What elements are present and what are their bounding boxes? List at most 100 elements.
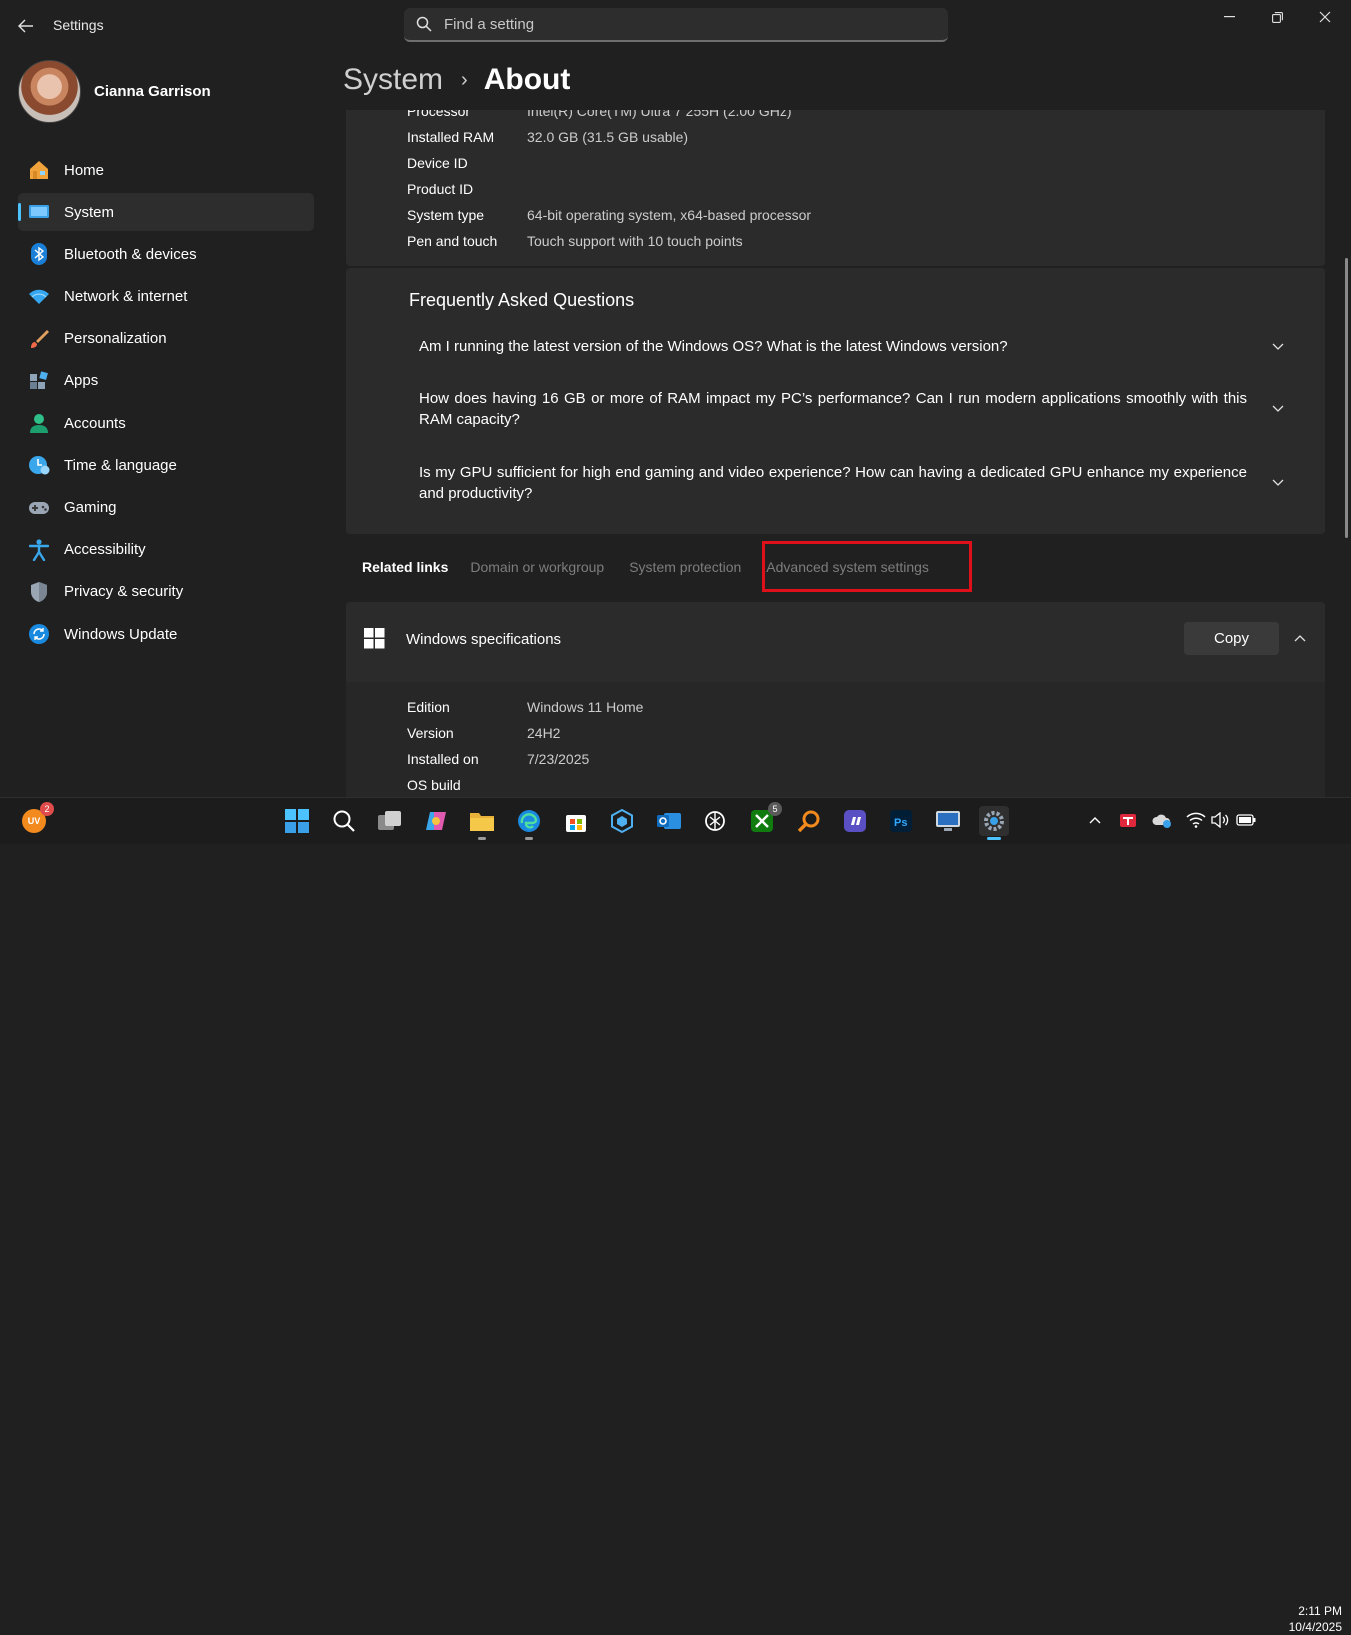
sidebar-item-network[interactable]: Network & internet (18, 278, 314, 316)
task-view-button[interactable] (375, 806, 405, 836)
chevron-up-icon (1089, 816, 1101, 823)
spec-value: Touch support with 10 touch points (527, 233, 743, 249)
sidebar-item-accessibility[interactable]: Accessibility (18, 531, 314, 569)
tray-overflow-button[interactable] (1085, 810, 1105, 830)
sidebar-item-bluetooth[interactable]: Bluetooth & devices (18, 235, 314, 273)
settings-taskbar-button[interactable] (979, 806, 1009, 840)
chatgpt-button[interactable] (700, 806, 730, 836)
speaker-icon (1211, 812, 1229, 828)
sidebar-item-label: Accessibility (64, 541, 146, 559)
chevron-up-icon[interactable] (1290, 628, 1310, 648)
spec-row-os-build: OS build (407, 773, 527, 797)
photoshop-button[interactable]: Ps (886, 806, 916, 836)
chevron-down-icon[interactable] (1268, 398, 1288, 418)
faq-question[interactable]: How does having 16 GB or more of RAM imp… (419, 388, 1247, 430)
spec-label: Device ID (407, 155, 468, 171)
system-icon (28, 201, 50, 223)
search-app-button[interactable] (794, 806, 824, 836)
edge-button[interactable] (514, 806, 544, 840)
sidebar-item-label: Privacy & security (64, 583, 184, 601)
sidebar-item-label: Apps (64, 372, 99, 390)
sidebar-item-apps[interactable]: Apps (18, 362, 314, 400)
content-scrollbar[interactable] (1345, 258, 1348, 538)
sidebar-item-label: Personalization (64, 330, 167, 348)
search-input[interactable] (444, 15, 948, 33)
spec-row-pen-touch: Pen and touch Touch support with 10 touc… (407, 229, 743, 253)
sidebar-item-label: Network & internet (64, 288, 188, 306)
magnifier-app-icon (797, 810, 820, 833)
sidebar-item-time-language[interactable]: Time & language (18, 446, 314, 484)
taskbar: UV 2 5 Ps 2:11 PM 10/4/2025 (0, 797, 1351, 1634)
sidebar-item-privacy-security[interactable]: Privacy & security (18, 573, 314, 611)
wifi-icon (1186, 812, 1206, 828)
spec-row-product-id: Product ID (407, 177, 527, 201)
clock-date: 10/4/2025 (1288, 1620, 1342, 1634)
spec-label: Installed on (407, 751, 479, 767)
quote-app-icon (844, 810, 866, 832)
copilot-button[interactable] (421, 806, 451, 836)
wifi-button[interactable] (1186, 810, 1206, 830)
spec-row-processor: Processor Intel(R) Core(TM) Ultra 7 255H… (407, 110, 792, 123)
apps-icon (28, 370, 50, 392)
spec-row-installed-on: Installed on 7/23/2025 (407, 747, 589, 771)
spec-row-system-type: System type 64-bit operating system, x64… (407, 203, 811, 227)
taskbar-clock[interactable]: 2:11 PM 10/4/2025 (1266, 1603, 1342, 1635)
faq-question[interactable]: Is my GPU sufficient for high end gaming… (419, 462, 1247, 504)
start-button[interactable] (282, 806, 312, 836)
restore-button[interactable] (1254, 6, 1300, 28)
spec-row-edition: Edition Windows 11 Home (407, 695, 643, 719)
minimize-icon (1223, 16, 1235, 18)
sidebar-item-accounts[interactable]: Accounts (18, 404, 314, 442)
outlook-button[interactable] (654, 806, 684, 836)
taskbar-search-button[interactable] (329, 806, 359, 836)
sidebar-item-home[interactable]: Home (18, 151, 314, 189)
xbox-badge: 5 (768, 802, 782, 816)
main-content: Processor Intel(R) Core(TM) Ultra 7 255H… (346, 110, 1326, 797)
sidebar-item-personalization[interactable]: Personalization (18, 320, 314, 358)
volume-button[interactable] (1210, 810, 1230, 830)
search-icon (404, 16, 444, 32)
copy-button[interactable]: Copy (1184, 622, 1279, 655)
accounts-icon (28, 412, 50, 434)
user-profile[interactable]: Cianna Garrison (18, 60, 211, 123)
outlook-icon (657, 813, 681, 829)
weather-badge: 2 (40, 802, 54, 816)
microsoft-store-button[interactable] (561, 806, 591, 836)
sidebar-item-label: Gaming (64, 499, 117, 516)
windows-specifications-header[interactable]: Windows specifications Copy (346, 602, 1325, 682)
xbox-button[interactable]: 5 (747, 802, 782, 836)
breadcrumb-parent-system[interactable]: System (343, 63, 443, 97)
back-button[interactable] (12, 13, 40, 39)
faq-title: Frequently Asked Questions (409, 290, 635, 310)
close-button[interactable] (1302, 6, 1348, 28)
sidebar-item-windows-update[interactable]: Windows Update (18, 615, 314, 653)
file-explorer-button[interactable] (467, 806, 497, 840)
link-system-protection[interactable]: System protection (629, 559, 741, 575)
quote-app-button[interactable] (840, 806, 870, 836)
sidebar-item-label: Bluetooth & devices (64, 245, 197, 263)
annotation-highlight-box (762, 541, 972, 592)
weather-widget[interactable]: UV 2 (19, 802, 54, 836)
spec-value: Windows 11 Home (527, 699, 644, 715)
spec-value: Intel(R) Core(TM) Ultra 7 255H (2.00 GHz… (527, 110, 792, 119)
battery-button[interactable] (1236, 810, 1256, 830)
minimize-button[interactable] (1206, 6, 1252, 28)
running-indicator (525, 837, 533, 840)
spec-label: Pen and touch (407, 233, 498, 249)
restore-icon (1271, 11, 1283, 23)
sidebar-item-label: Home (64, 161, 105, 179)
remote-desktop-button[interactable] (933, 806, 963, 836)
sidebar-item-gaming[interactable]: Gaming (18, 489, 314, 527)
chevron-down-icon[interactable] (1268, 472, 1288, 492)
faq-question[interactable]: Am I running the latest version of the W… (419, 336, 1247, 357)
onedrive-button[interactable] (1152, 810, 1172, 830)
sidebar-item-system[interactable]: System (18, 193, 314, 232)
app-button-cube[interactable] (607, 806, 637, 836)
tray-app-button[interactable] (1118, 810, 1138, 830)
link-domain-workgroup[interactable]: Domain or workgroup (470, 559, 604, 575)
chevron-down-icon[interactable] (1268, 336, 1288, 356)
search-box[interactable] (404, 8, 948, 42)
windows-update-icon (28, 623, 50, 645)
remote-desktop-icon (936, 811, 960, 831)
spec-label: Product ID (407, 181, 474, 197)
